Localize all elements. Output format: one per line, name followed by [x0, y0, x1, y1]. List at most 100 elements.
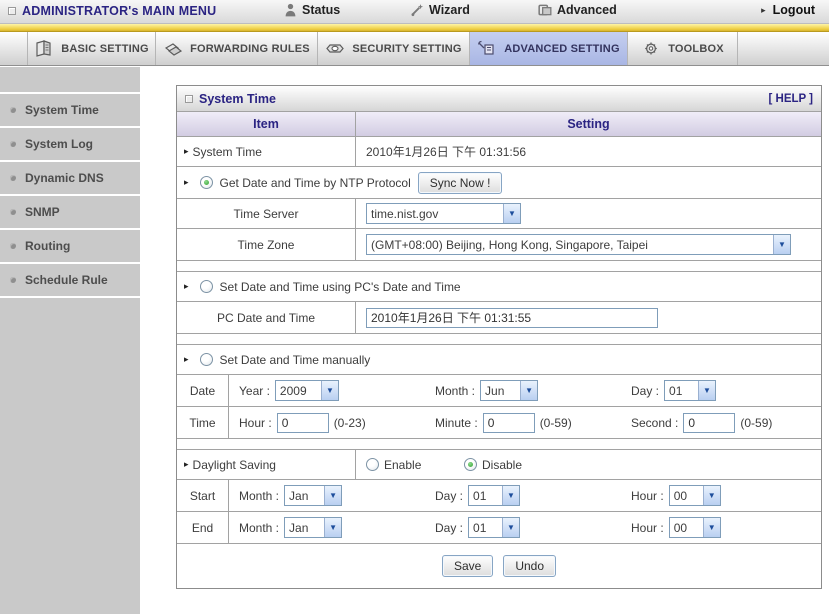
year-select[interactable]: 2009 ▼ — [274, 380, 339, 401]
row-label-cell: ▸ Daylight Saving — [177, 450, 356, 479]
tab-security-setting[interactable]: SECURITY SETTING — [318, 32, 470, 65]
table-row-system-time: ▸ System Time 2010年1月26日 下午 01:31:56 — [177, 136, 821, 166]
table-row-pc-date-time: PC Date and Time — [177, 301, 821, 333]
pc-time-section-label: Set Date and Time using PC's Date and Ti… — [219, 279, 461, 294]
tab-forwarding-rules[interactable]: FORWARDING RULES — [156, 32, 318, 65]
wizard-wand-icon — [411, 4, 424, 17]
end-hour-select[interactable]: 00 ▼ — [668, 517, 721, 538]
month-label: Month : — [435, 383, 476, 398]
minute-group: Minute : (0-59) — [435, 412, 625, 433]
end-day-select[interactable]: 01 ▼ — [468, 517, 521, 538]
menu-item-wizard[interactable]: Wizard — [410, 3, 470, 17]
tabbar-lead-space — [0, 32, 28, 65]
logout-arrow-icon: ▸ — [761, 4, 766, 15]
hour-group: Hour : (0-23) — [239, 412, 429, 433]
end-day-group: Day : 01 ▼ — [435, 517, 625, 538]
day-label: Day : — [631, 383, 660, 398]
sync-now-button[interactable]: Sync Now ! — [417, 171, 503, 194]
section-tab-bar: BASIC SETTING FORWARDING RULES SECURITY … — [0, 32, 829, 66]
minute-input[interactable] — [482, 412, 535, 433]
menu-item-status[interactable]: Status — [284, 3, 340, 17]
chevron-down-icon: ▼ — [324, 486, 342, 505]
sidebar-item-label: Schedule Rule — [25, 273, 108, 287]
time-server-select[interactable]: time.nist.gov ▼ — [366, 203, 521, 224]
chevron-down-icon: ▼ — [773, 235, 790, 254]
daylight-enable-label: Enable — [384, 457, 422, 472]
chevron-down-icon: ▼ — [502, 486, 520, 505]
daylight-disable-radio[interactable] — [464, 458, 477, 471]
sidebar-item-system-time[interactable]: System Time — [0, 94, 140, 128]
year-label: Year : — [239, 383, 270, 398]
bullet-icon — [10, 243, 16, 249]
daylight-saving-label: Daylight Saving — [192, 457, 276, 472]
sidebar-item-routing[interactable]: Routing — [0, 230, 140, 264]
minute-range: (0-59) — [539, 415, 572, 430]
row-label-cell: Time — [177, 407, 229, 438]
chevron-down-icon: ▼ — [324, 518, 342, 537]
time-zone-label: Time Zone — [237, 237, 295, 252]
pc-time-radio[interactable] — [199, 280, 213, 293]
chevron-down-icon: ▼ — [520, 381, 538, 400]
advanced-setting-tools-icon — [478, 40, 494, 55]
tab-label: TOOLBOX — [668, 42, 724, 55]
sidebar-item-system-log[interactable]: System Log — [0, 128, 140, 162]
day-select[interactable]: 01 ▼ — [664, 380, 717, 401]
system-time-panel: System Time [ HELP ] Item Setting ▸ Syst… — [176, 85, 822, 589]
start-month-select[interactable]: Jan ▼ — [284, 485, 343, 506]
help-link[interactable]: [ HELP ] — [768, 93, 813, 105]
tab-toolbox[interactable]: TOOLBOX — [628, 32, 738, 65]
month-label: Month : — [239, 520, 280, 535]
sidebar-item-schedule-rule[interactable]: Schedule Rule — [0, 264, 140, 298]
page: { "topbar": { "title": "ADMINISTRATOR's … — [0, 0, 829, 614]
hour-label: Hour : — [631, 488, 664, 503]
hour-input[interactable] — [276, 412, 329, 433]
row-marker-icon: ▸ — [184, 459, 189, 469]
row-marker-icon: ▸ — [184, 177, 189, 187]
tab-advanced-setting[interactable]: ADVANCED SETTING — [470, 32, 628, 65]
row-label-cell: PC Date and Time — [177, 302, 356, 333]
daylight-disable-group: Disable — [464, 458, 522, 472]
chevron-down-icon: ▼ — [702, 486, 720, 505]
bullet-icon — [10, 277, 16, 283]
start-hour-select[interactable]: 00 ▼ — [668, 485, 721, 506]
accent-stripe — [0, 24, 829, 32]
sidebar-item-dynamic-dns[interactable]: Dynamic DNS — [0, 162, 140, 196]
month-group: Month : Jun ▼ — [435, 380, 625, 401]
tab-label: BASIC SETTING — [61, 42, 149, 55]
sidebar-list: System Time System Log Dynamic DNS SNMP … — [0, 92, 140, 298]
tab-basic-setting[interactable]: BASIC SETTING — [28, 32, 156, 65]
tab-label: ADVANCED SETTING — [504, 42, 620, 55]
end-month-group: Month : Jan ▼ — [239, 517, 429, 538]
table-row-date: Date Year : 2009 ▼ Month : Jun ▼ Day : 0… — [177, 374, 821, 406]
time-zone-select[interactable]: (GMT+08:00) Beijing, Hong Kong, Singapor… — [366, 234, 791, 255]
end-month-select[interactable]: Jan ▼ — [284, 517, 343, 538]
undo-button[interactable]: Undo — [503, 555, 557, 577]
month-selected-value: Jun — [485, 383, 505, 398]
daylight-enable-radio[interactable] — [366, 458, 379, 471]
row-value-cell: Hour : (0-23) Minute : (0-59) Second : (… — [229, 407, 821, 438]
start-day-select[interactable]: 01 ▼ — [468, 485, 521, 506]
start-month-group: Month : Jan ▼ — [239, 485, 429, 506]
ntp-radio[interactable] — [199, 176, 213, 189]
start-month-value: Jan — [289, 488, 309, 503]
save-button[interactable]: Save — [441, 555, 494, 577]
day-label: Day : — [435, 488, 464, 503]
start-hour-value: 00 — [673, 488, 688, 503]
chevron-down-icon: ▼ — [320, 381, 338, 400]
row-value-cell — [356, 302, 821, 333]
logout-button[interactable]: ▸ Logout — [761, 3, 815, 17]
start-day-value: 01 — [473, 488, 487, 503]
month-select[interactable]: Jun ▼ — [480, 380, 539, 401]
pc-date-time-label: PC Date and Time — [216, 310, 316, 325]
sidebar-item-snmp[interactable]: SNMP — [0, 196, 140, 230]
column-header-item: Item — [177, 112, 356, 136]
chevron-down-icon: ▼ — [503, 204, 520, 223]
pc-date-time-input[interactable] — [366, 307, 658, 328]
menu-item-advanced[interactable]: Advanced — [538, 3, 617, 17]
sidebar-item-label: System Log — [25, 137, 94, 151]
advanced-tools-icon — [538, 4, 552, 16]
bullet-icon — [10, 141, 16, 147]
manual-radio[interactable] — [199, 353, 213, 366]
second-input[interactable] — [683, 412, 736, 433]
row-value-cell: Enable Disable — [356, 450, 821, 479]
